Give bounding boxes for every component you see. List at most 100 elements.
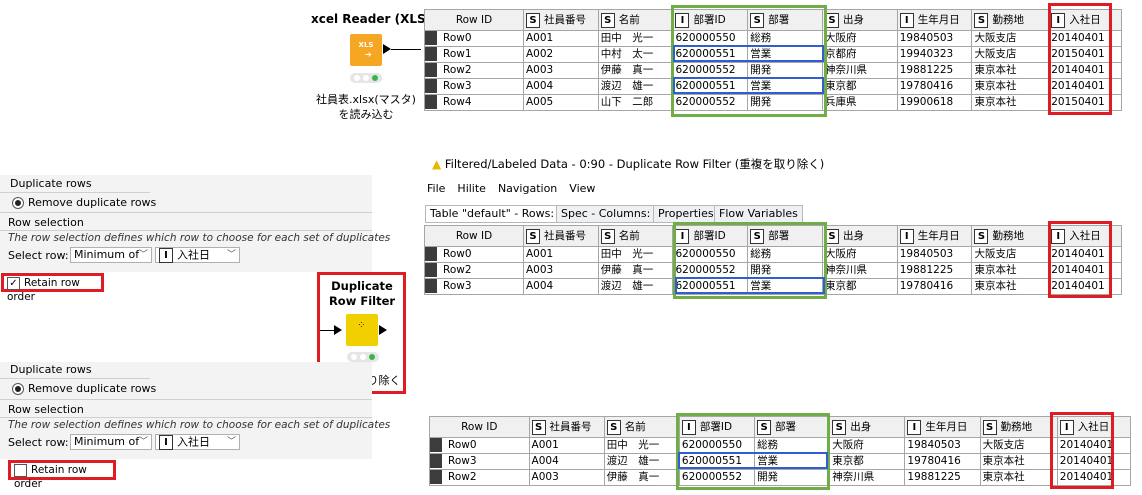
excel-output-port[interactable] (383, 44, 391, 54)
table-row[interactable]: Row3 A004 渡辺 雄一 620000551 営業 東京都 19780416 東京本社 2… (424, 278, 1122, 295)
row-marker (425, 79, 437, 93)
column-header-row-id[interactable]: Row ID (424, 225, 524, 247)
column-type-icon: I (681, 419, 696, 435)
column-header[interactable]: S 勤務地 (971, 225, 1050, 247)
table-cell: 営業 (747, 46, 823, 63)
checkbox-unchecked-icon (14, 463, 27, 477)
table-cell: 山下 二郎 (597, 94, 674, 111)
table-row[interactable]: Row2 A003 伊藤 真一 620000552 開発 神奈川県 19881225 東京本社… (424, 62, 1122, 79)
table-cell: A003 (528, 469, 605, 486)
tab-properties[interactable]: Properties (653, 205, 719, 223)
dup-output-port[interactable] (379, 325, 387, 335)
column-header[interactable]: S 社員番号 (528, 416, 605, 438)
retain-row-order-checkbox-top[interactable]: ✓ Retain row order (1, 273, 104, 303)
column-type-icon: S (600, 228, 615, 244)
table-row[interactable]: Row2 A003 伊藤 真一 620000552 開発 神奈川県 19881225 東京本社… (424, 262, 1122, 279)
remove-duplicate-radio[interactable]: Remove duplicate rows (12, 196, 156, 209)
column-type-icon: S (824, 228, 839, 244)
table-header-row: Row ID S 社員番号 S 名前 I 部署ID S 部署 S 出身 I 生年月日 S 勤務地 I 入社日 (429, 416, 1132, 438)
select-column-dropdown[interactable]: I 入社日 ﹀ (155, 434, 240, 450)
table-cell: 総務 (747, 30, 823, 47)
row-id-cell: Row3 (424, 278, 524, 295)
row-marker (425, 47, 437, 61)
column-header[interactable]: S 勤務地 (971, 9, 1050, 31)
column-header[interactable]: I 部署ID (672, 225, 749, 247)
column-header-row-id[interactable]: Row ID (429, 416, 530, 438)
table-row[interactable]: Row4 A005 山下 二郎 620000552 開発 兵庫県 19900618 東京本社 2… (424, 94, 1122, 111)
menu-view[interactable]: View (569, 182, 595, 195)
column-header[interactable]: I 部署ID (678, 416, 756, 438)
column-header[interactable]: S 出身 (821, 9, 898, 31)
table-row[interactable]: Row0 A001 田中 光一 620000550 総務 大阪府 19840503 大阪支店 2… (424, 246, 1122, 263)
column-type-icon: S (757, 419, 772, 435)
table-row[interactable]: Row3 A004 渡辺 雄一 620000551 営業 東京都 19780416 東京本社 2… (424, 78, 1122, 95)
column-header[interactable]: I 生年月日 (896, 9, 973, 31)
select-mode-dropdown[interactable]: Minimum of ﹀ (70, 247, 152, 263)
excel-reader-node[interactable]: XLS ➔ (350, 34, 382, 66)
column-type-icon: I (1051, 228, 1066, 244)
column-header[interactable]: I 部署ID (672, 9, 749, 31)
column-header[interactable]: I 生年月日 (896, 225, 973, 247)
tab-flow-variables[interactable]: Flow Variables (714, 205, 803, 223)
table-cell: A003 (522, 62, 599, 79)
table-cell: 19881225 (896, 62, 973, 79)
row-id-cell: Row0 (424, 246, 524, 263)
column-header[interactable]: I 入社日 (1048, 9, 1122, 31)
select-row-label: Select row: (8, 249, 69, 262)
tab-spec-columns[interactable]: Spec - Columns: 8 (556, 205, 666, 223)
menu-file[interactable]: File (427, 182, 445, 195)
xls-arrow-icon: ➔ (365, 50, 372, 59)
column-header[interactable]: S 部署 (754, 416, 831, 438)
table-cell: 大阪支店 (979, 437, 1058, 454)
table-cell: 東京本社 (971, 78, 1050, 95)
column-header[interactable]: I 入社日 (1056, 416, 1132, 438)
table-row[interactable]: Row3 A004 渡辺 雄一 620000551 営業 東京都 19780416 東京本社 2… (429, 453, 1132, 470)
menu-hilite[interactable]: Hilite (457, 182, 486, 195)
menu-navigation[interactable]: Navigation (498, 182, 557, 195)
column-type-icon: I (675, 228, 690, 244)
row-selection-title: Row selection (8, 403, 84, 416)
column-header[interactable]: I 入社日 (1048, 225, 1122, 247)
table-row[interactable]: Row0 A001 田中 光一 620000550 総務 大阪府 19840503 大阪支店 2… (424, 30, 1122, 47)
column-type-icon: S (750, 228, 765, 244)
table-cell: 20140401 (1056, 469, 1132, 486)
tab-table-default[interactable]: Table "default" - Rows: 3 (425, 205, 570, 223)
table-cell: 20140401 (1056, 453, 1132, 470)
table-cell: A004 (522, 278, 599, 295)
dup-input-port[interactable] (334, 325, 342, 335)
row-marker (425, 263, 437, 277)
column-header[interactable]: I 生年月日 (904, 416, 981, 438)
table-cell: 開発 (747, 62, 823, 79)
table-row[interactable]: Row0 A001 田中 光一 620000550 総務 大阪府 19840503 大阪支店 2… (429, 437, 1132, 454)
table-cell: A005 (522, 94, 599, 111)
column-header[interactable]: S 部署 (747, 9, 823, 31)
table-bottom: Row ID S 社員番号 S 名前 I 部署ID S 部署 S 出身 I 生年月日 S 勤務地 I 入社日 Ro… (429, 416, 1132, 486)
table-cell: 19900618 (896, 94, 973, 111)
table-cell: A003 (522, 262, 599, 279)
column-header[interactable]: S 名前 (597, 9, 674, 31)
select-column-dropdown[interactable]: I 入社日 ﹀ (155, 247, 240, 263)
select-mode-dropdown[interactable]: Minimum of ﹀ (70, 434, 152, 450)
column-header[interactable]: S 部署 (747, 225, 823, 247)
column-type-icon: S (982, 419, 997, 435)
table-cell: 620000552 (672, 62, 749, 79)
column-header[interactable]: S 勤務地 (979, 416, 1058, 438)
column-type-icon: S (531, 419, 546, 435)
table-cell: 渡辺 雄一 (603, 453, 680, 470)
column-header[interactable]: S 名前 (597, 225, 674, 247)
table-row[interactable]: Row1 A002 中村 太一 620000551 営業 京都府 19940323 大阪支店 2… (424, 46, 1122, 63)
retain-row-order-checkbox-bottom[interactable]: Retain row order (8, 460, 116, 490)
row-marker (425, 31, 437, 45)
column-header[interactable]: S 出身 (829, 416, 906, 438)
row-marker (425, 63, 437, 77)
dup-row-filter-node[interactable]: ⁘ (346, 314, 378, 346)
column-header[interactable]: S 名前 (603, 416, 680, 438)
excel-output-wire (391, 49, 421, 50)
row-selection-title: Row selection (8, 216, 84, 229)
column-header[interactable]: S 社員番号 (522, 9, 599, 31)
column-header[interactable]: S 出身 (821, 225, 898, 247)
table-row[interactable]: Row2 A003 伊藤 真一 620000552 開発 神奈川県 19881225 東京本社… (429, 469, 1132, 486)
column-header[interactable]: S 社員番号 (522, 225, 599, 247)
column-header-row-id[interactable]: Row ID (424, 9, 524, 31)
remove-duplicate-radio[interactable]: Remove duplicate rows (12, 382, 156, 395)
